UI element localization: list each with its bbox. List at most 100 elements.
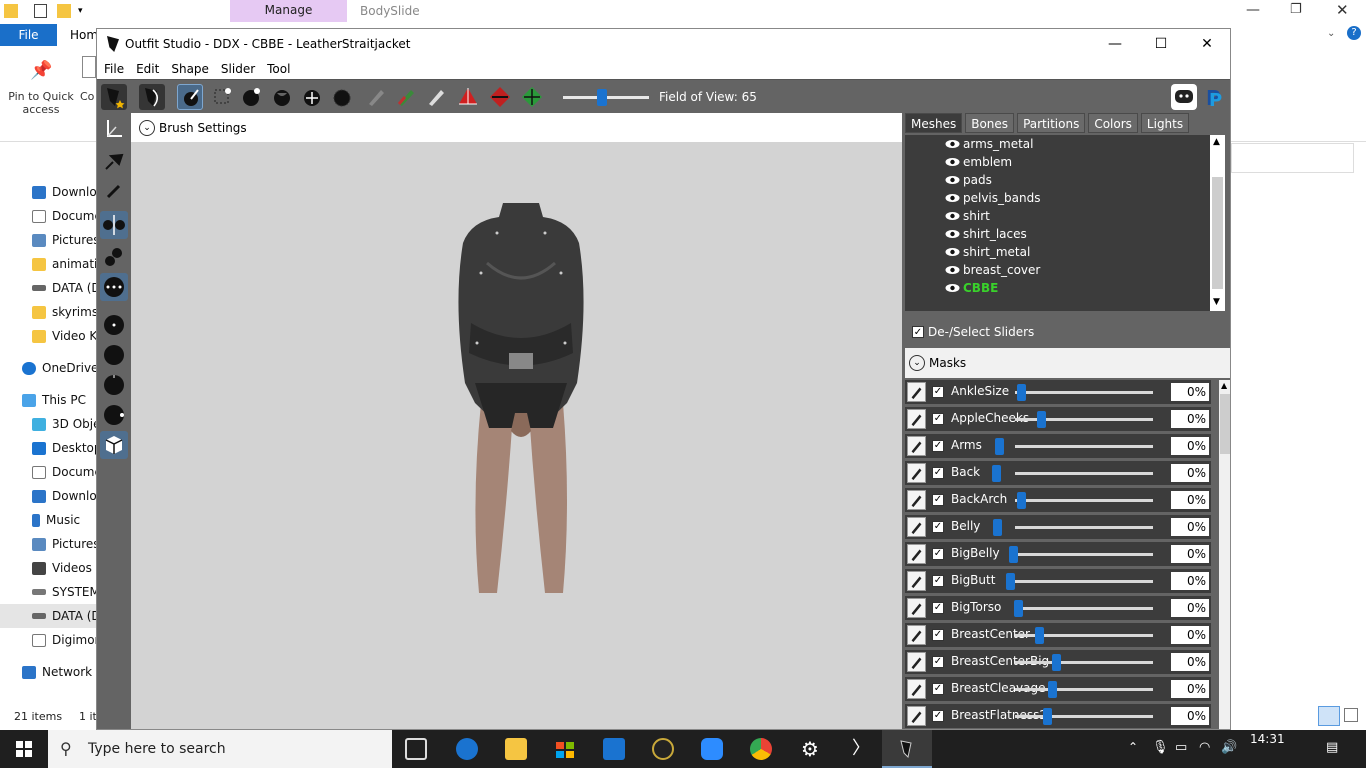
tab-partitions[interactable]: Partitions (1017, 113, 1086, 133)
pin-to-quick-access-label[interactable]: Pin to Quick access (6, 90, 76, 116)
nav-item[interactable]: Desktop (0, 436, 96, 460)
slider-track[interactable] (1015, 472, 1153, 475)
tab-bones[interactable]: Bones (965, 113, 1015, 133)
slider-track[interactable] (1015, 688, 1153, 691)
deselect-sliders-checkbox[interactable]: ✓ (912, 326, 924, 338)
outfit-studio-taskbar-button[interactable] (882, 730, 932, 768)
pivot-icon[interactable] (487, 84, 513, 110)
slider-list-scrollbar[interactable]: ▲ (1219, 380, 1230, 729)
nav-item[interactable]: Digimon (0, 628, 96, 652)
windows-start-icon[interactable] (16, 741, 32, 757)
menu-tool[interactable]: Tool (267, 62, 290, 76)
mesh-item-active[interactable]: CBBE (945, 279, 998, 297)
chevron-down-icon[interactable]: ⌄ (909, 355, 925, 371)
xmirror-icon[interactable] (100, 211, 128, 239)
chevron-down-icon[interactable]: ⌄ (139, 119, 155, 136)
mesh-item[interactable]: shirt_laces (945, 225, 1027, 243)
pencil-edit-icon[interactable] (907, 409, 926, 429)
cube-icon[interactable] (100, 431, 128, 459)
tab-lights[interactable]: Lights (1140, 113, 1190, 133)
volume-icon[interactable]: 🔊 (1221, 740, 1237, 755)
undiff-brush-icon[interactable] (363, 84, 389, 110)
close-button[interactable]: ✕ (1184, 29, 1230, 59)
notifications-icon[interactable]: ▤ (1326, 740, 1338, 755)
properties-icon[interactable] (34, 4, 47, 18)
search-box[interactable] (1231, 143, 1354, 173)
slider-checkbox[interactable]: ✓ (932, 602, 944, 614)
slider-checkbox[interactable]: ✓ (932, 548, 944, 560)
deselect-sliders-row[interactable]: ✓ De-/Select Sliders (903, 317, 1230, 347)
lighting-icon[interactable] (100, 371, 128, 399)
slider-track[interactable] (1015, 445, 1153, 448)
slider-thumb[interactable] (1037, 411, 1046, 428)
large-icons-view-icon[interactable] (1344, 708, 1358, 722)
eye-icon[interactable] (945, 265, 960, 275)
paypal-icon[interactable]: PP (1201, 84, 1227, 111)
slider-value-input[interactable]: 0% (1171, 626, 1209, 644)
minimize-button[interactable]: — (1092, 29, 1138, 59)
show-points-icon[interactable] (100, 311, 128, 339)
slider-value-input[interactable]: 0% (1171, 383, 1209, 401)
copy-label[interactable]: Co (80, 90, 94, 103)
nav-item[interactable]: Pictures (0, 532, 96, 556)
pencil-edit-icon[interactable] (907, 490, 926, 510)
wifi-icon[interactable]: ◠ (1199, 740, 1210, 755)
move-brush-icon[interactable] (299, 84, 325, 110)
slider-track[interactable] (1015, 391, 1153, 394)
inflate-brush-icon[interactable] (239, 84, 265, 110)
mesh-list-scrollbar[interactable]: ▲ ▼ (1210, 135, 1225, 311)
pencil-edit-icon[interactable] (907, 598, 926, 618)
pencil-edit-icon[interactable] (907, 463, 926, 483)
eye-icon[interactable] (945, 247, 960, 257)
slider-thumb[interactable] (1052, 654, 1061, 671)
bodyslide-icon[interactable]: 〉 (850, 738, 872, 760)
global-brush-icon[interactable] (100, 273, 128, 301)
nav-item[interactable]: Pictures (0, 228, 96, 252)
eye-icon[interactable] (945, 211, 960, 221)
slider-thumb[interactable] (1017, 492, 1026, 509)
scroll-thumb[interactable] (1212, 177, 1223, 289)
home-tab[interactable]: Hom (70, 28, 98, 42)
slider-track[interactable] (1015, 553, 1153, 556)
nav-item[interactable]: SYSTEM (0, 580, 96, 604)
slider-track[interactable] (1015, 526, 1153, 529)
eye-icon[interactable] (945, 229, 960, 239)
pencil-edit-icon[interactable] (907, 679, 926, 699)
nav-item[interactable]: Downlo (0, 484, 96, 508)
slider-checkbox[interactable]: ✓ (932, 656, 944, 668)
pencil-icon[interactable] (100, 177, 128, 205)
slider-thumb[interactable] (1009, 546, 1018, 563)
slider-thumb[interactable] (1017, 384, 1026, 401)
weight-brush-icon[interactable] (393, 84, 419, 110)
pencil-edit-icon[interactable] (907, 544, 926, 564)
pin-icon[interactable]: 📌 (30, 60, 52, 81)
3d-viewport[interactable]: ⌄ Brush Settings (131, 113, 902, 729)
pencil-edit-icon[interactable] (907, 625, 926, 645)
eye-icon[interactable] (945, 139, 960, 149)
chrome-icon[interactable] (750, 738, 772, 760)
file-explorer-icon[interactable] (505, 738, 527, 760)
mail-icon[interactable] (603, 738, 625, 760)
nav-item[interactable]: animatio (0, 252, 96, 276)
scroll-up-icon[interactable]: ▲ (1221, 381, 1227, 390)
mesh-item[interactable]: shirt_metal (945, 243, 1030, 261)
nav-item[interactable]: skyrims (0, 300, 96, 324)
slider-checkbox[interactable]: ✓ (932, 629, 944, 641)
deflate-brush-icon[interactable] (269, 84, 295, 110)
nav-item[interactable]: DATA (D (0, 276, 96, 300)
slider-track[interactable] (1015, 580, 1153, 583)
slider-value-input[interactable]: 0% (1171, 518, 1209, 536)
ribbon-tab-manage[interactable]: Manage (230, 0, 347, 22)
mask-brush-icon[interactable] (209, 84, 235, 110)
mesh-item[interactable]: pelvis_bands (945, 189, 1040, 207)
expand-ribbon-icon[interactable]: ⌄ (1327, 28, 1335, 39)
slider-value-input[interactable]: 0% (1171, 410, 1209, 428)
scroll-down-icon[interactable]: ▼ (1213, 297, 1220, 307)
nav-item[interactable]: Downlo (0, 180, 96, 204)
select-brush-icon[interactable] (177, 84, 203, 110)
slider-value-input[interactable]: 0% (1171, 599, 1209, 617)
close-icon[interactable]: ✕ (1336, 1, 1349, 19)
mesh-item[interactable]: shirt (945, 207, 990, 225)
discord-icon[interactable] (1171, 84, 1197, 110)
customize-toolbar-icon[interactable]: ▾ (78, 6, 83, 16)
